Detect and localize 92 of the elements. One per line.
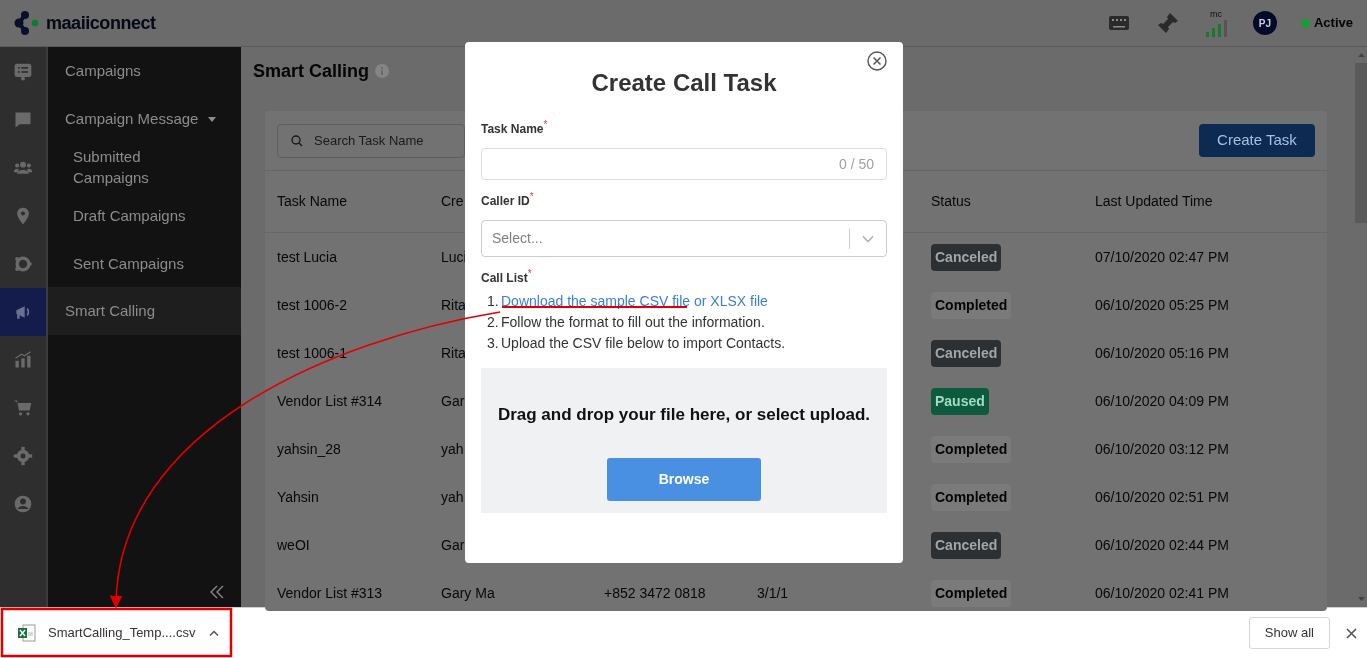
- search-field[interactable]: Search Task Name: [277, 123, 465, 158]
- table-cell-text: 06/10/2020 02:41 PM: [1095, 583, 1229, 603]
- dropdown[interactable]: Select...: [481, 220, 887, 257]
- sidebar-item[interactable]: Smart Calling: [48, 287, 241, 335]
- show-all-button[interactable]: Show all: [1248, 617, 1330, 649]
- dialog-title: Create Call Task: [590, 68, 778, 98]
- status-badge: Completed: [931, 579, 1012, 607]
- table-cell-text: 06/10/2020 05:16 PM: [1095, 343, 1229, 363]
- column-header: Last Updated Time: [1095, 192, 1213, 211]
- status-badge: Canceled: [931, 243, 1002, 271]
- table-cell-text: 3/1/1: [757, 583, 789, 603]
- sidebar-item[interactable]: Campaign Message: [65, 107, 199, 131]
- user-icon: [13, 494, 33, 514]
- logo-icon[interactable]: [14, 10, 40, 36]
- close-icon[interactable]: [867, 51, 887, 71]
- table-cell-text: Gar: [441, 391, 465, 411]
- file-name: SmartCalling_Temp....csv: [48, 624, 196, 643]
- required-mark: *: [543, 120, 548, 130]
- step-number: 1.: [487, 292, 500, 311]
- ring-icon: [13, 254, 33, 274]
- sidebar-item[interactable]: Campaigns: [48, 47, 241, 95]
- status-badge: Completed: [931, 291, 1012, 319]
- spreadsheet-file-icon: [18, 624, 36, 642]
- avatar[interactable]: PJ: [1252, 11, 1277, 35]
- table-cell-text: test 1006-1: [277, 343, 348, 363]
- table-cell-text: 06/10/2020 02:44 PM: [1095, 535, 1229, 555]
- table-cell-text: +852 3472 0818: [604, 583, 706, 603]
- drop-zone-text: Drag and drop your file here, or select upload.: [497, 404, 871, 426]
- signal-icon: [1204, 18, 1227, 37]
- required-mark: *: [529, 192, 534, 202]
- scroll-up-icon[interactable]: [1357, 53, 1365, 57]
- logo-text: maaiiconnect: [46, 11, 156, 35]
- table-cell-text: Gar: [441, 535, 465, 555]
- step-number: 2.: [487, 313, 500, 332]
- info-icon[interactable]: [375, 64, 390, 78]
- bar-chart-icon: [13, 350, 33, 370]
- collapse-icon[interactable]: [209, 585, 225, 599]
- settings-icon: [13, 446, 33, 466]
- create-task-button[interactable]: Create Task: [1199, 124, 1315, 157]
- table-cell-text: 06/10/2020 02:51 PM: [1095, 487, 1229, 507]
- caret-icon[interactable]: [208, 116, 217, 122]
- table-cell-text: yahsin_28: [277, 439, 341, 459]
- status-badge: Completed: [931, 435, 1012, 463]
- drop-zone[interactable]: Drag and drop your file here, or select upload. Browse: [481, 368, 887, 513]
- table-cell-text: Gary Ma: [441, 583, 495, 603]
- field-label: Call List: [481, 271, 528, 287]
- sidebar-subitem[interactable]: Draft Campaigns: [48, 191, 241, 239]
- download-link[interactable]: Download the sample CSV file or XLSX file: [501, 291, 768, 312]
- table-cell-text: test 1006-2: [277, 295, 348, 315]
- chat-icon: [13, 110, 33, 130]
- table-cell-text: test Lucia: [277, 247, 337, 267]
- table-cell-text: 07/10/2020 02:47 PM: [1095, 247, 1229, 267]
- field-label: Caller ID: [481, 194, 530, 210]
- download-item[interactable]: SmartCalling_Temp....csv: [18, 611, 223, 655]
- search-icon: [291, 134, 303, 147]
- required-mark: *: [527, 269, 532, 279]
- browse-button[interactable]: Browse: [607, 457, 761, 501]
- sidebar-subitem[interactable]: Sent Campaigns: [48, 239, 241, 287]
- table-cell-text: Rita: [441, 295, 466, 315]
- step-text: Follow the format to fill out the information.: [501, 313, 765, 332]
- table-cell-text: Rita: [441, 343, 466, 363]
- caret-up-icon[interactable]: [209, 630, 220, 636]
- chevron-down-icon: [862, 234, 874, 243]
- character-counter: 0 / 50: [838, 154, 874, 174]
- table-cell-text: 06/10/2020 04:09 PM: [1095, 391, 1229, 411]
- column-header: Task Name: [277, 192, 348, 211]
- column-header: Cre: [441, 192, 464, 211]
- step-text: Upload the CSV file below to import Contacts.: [501, 334, 786, 353]
- sidebar-subitem[interactable]: Submitted Campaigns: [48, 143, 241, 191]
- table-cell-text: Vendor List #313: [277, 583, 383, 603]
- table-cell-text: Vendor List #314: [277, 391, 383, 411]
- cart-icon: [13, 398, 33, 418]
- list-icon: [13, 62, 33, 82]
- status-badge: Completed: [931, 483, 1012, 511]
- table-cell-text: 06/10/2020 03:12 PM: [1095, 439, 1229, 459]
- signal-label: mc: [1209, 9, 1222, 19]
- scroll-down-icon[interactable]: [1357, 597, 1365, 601]
- field-label: Task Name: [481, 122, 544, 138]
- step-number: 3.: [487, 334, 500, 353]
- status-badge: Canceled: [931, 339, 1002, 367]
- status-label: Active: [1313, 14, 1353, 33]
- status-badge: Paused: [931, 387, 989, 415]
- table-cell-text: Yahsin: [277, 487, 319, 507]
- page-title: Smart Calling: [253, 59, 370, 83]
- table-cell-text: 06/10/2020 05:25 PM: [1095, 295, 1229, 315]
- status-badge: Canceled: [931, 531, 1002, 559]
- close-icon[interactable]: [1346, 627, 1357, 639]
- table-cell-text: weOI: [277, 535, 310, 555]
- table-cell-text: yah: [441, 487, 464, 507]
- table-cell-text: yah: [441, 439, 464, 459]
- column-header: Status: [931, 192, 971, 211]
- keyboard-icon[interactable]: [1108, 16, 1129, 30]
